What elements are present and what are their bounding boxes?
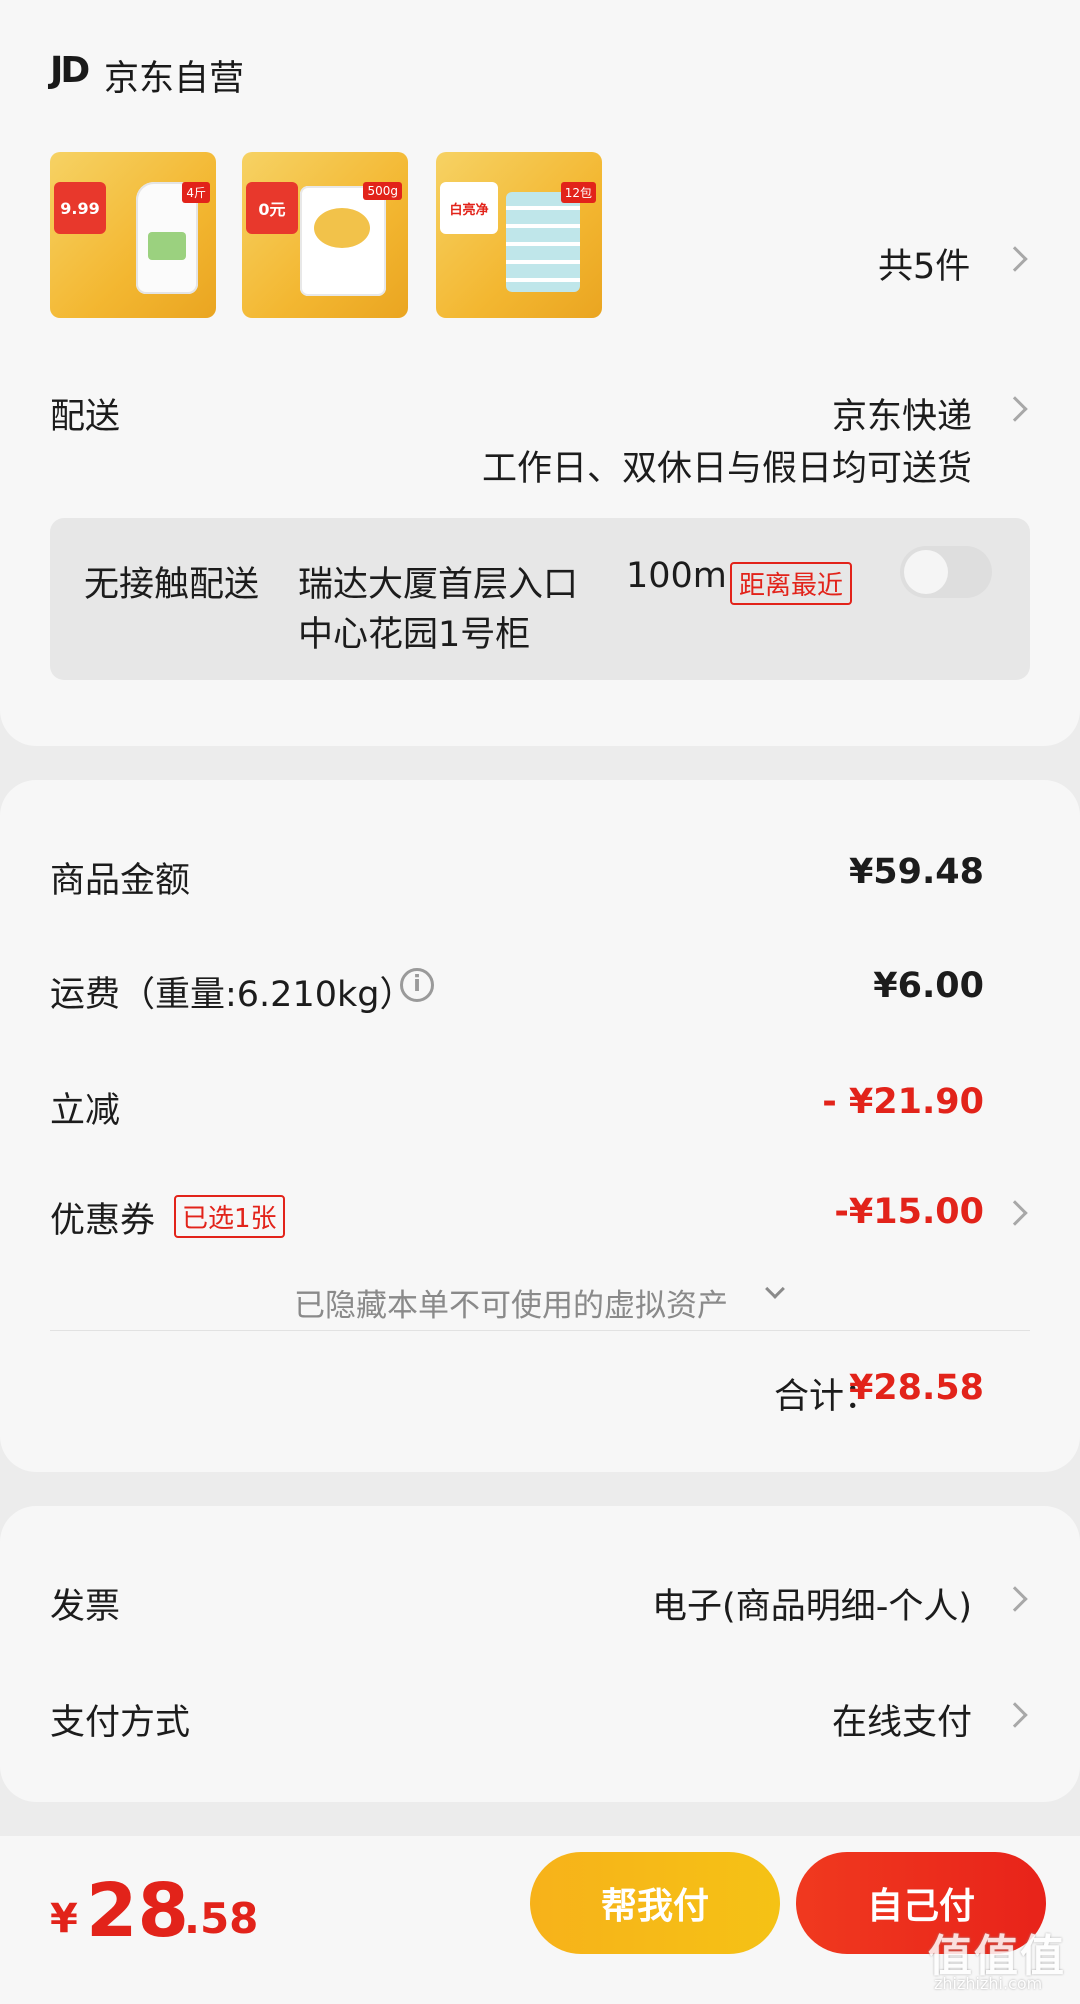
- product-2-price-tag: 0元: [246, 182, 298, 234]
- invoice-label: 发票: [50, 1587, 121, 1627]
- delivery-label: 配送: [50, 397, 121, 437]
- total-value: ¥28.58: [848, 1368, 984, 1408]
- price-decimal: .58: [184, 1894, 259, 1943]
- jd-logo: JD: [50, 50, 90, 91]
- invoice-payment-card: [0, 1506, 1080, 1802]
- pickup-location-line1: 瑞达大厦首层入口: [298, 565, 579, 605]
- product-thumb-1[interactable]: 9.99 4斤: [50, 152, 216, 318]
- coupon-label[interactable]: 优惠券: [50, 1192, 155, 1243]
- info-icon[interactable]: i: [400, 968, 434, 1002]
- coupon-value[interactable]: -¥15.00: [834, 1192, 984, 1232]
- pickup-distance: 100m: [626, 556, 727, 596]
- invoice-value[interactable]: 电子(商品明细-个人): [652, 1578, 972, 1629]
- shop-name: 京东自营: [104, 59, 245, 99]
- goods-amount-value: ¥59.48: [848, 852, 984, 892]
- product-1-price-tag: 9.99: [54, 182, 106, 234]
- pouch-icon: [300, 186, 386, 296]
- coupon-selected-tag[interactable]: 已选1张: [174, 1195, 285, 1238]
- currency-symbol: ¥: [50, 1896, 78, 1942]
- product-1-badge: 4斤: [182, 182, 210, 203]
- wipes-icon: [506, 192, 580, 292]
- payment-method-label: 支付方式: [50, 1703, 191, 1743]
- shipping-label: 运费（重量:6.210kg）: [50, 975, 415, 1015]
- toggle-knob: [904, 550, 948, 594]
- divider: [50, 1330, 1030, 1331]
- watermark-url: zhizhizhi.com: [934, 1974, 1043, 1993]
- shipping-value: ¥6.00: [873, 966, 984, 1006]
- product-count[interactable]: 共5件: [878, 238, 970, 289]
- price-integer: 28: [86, 1868, 189, 1954]
- hidden-assets-hint[interactable]: 已隐藏本单不可使用的虚拟资产: [294, 1280, 728, 1325]
- delivery-schedule: 工作日、双休日与假日均可送货: [481, 449, 972, 489]
- product-3-badge: 12包: [560, 182, 596, 203]
- pickup-location-line2: 中心花园1号柜: [298, 615, 531, 655]
- help-me-pay-button[interactable]: 帮我付: [530, 1852, 780, 1954]
- instant-discount-value: - ¥21.90: [822, 1082, 984, 1122]
- contactless-label: 无接触配送: [84, 565, 260, 605]
- product-thumb-3[interactable]: 白亮净 12包: [436, 152, 602, 318]
- product-3-price-tag: 白亮净: [440, 182, 498, 234]
- instant-discount-label: 立减: [50, 1091, 121, 1131]
- goods-amount-label: 商品金额: [50, 861, 191, 901]
- contactless-toggle[interactable]: [900, 546, 992, 598]
- payment-method-value[interactable]: 在线支付: [832, 1694, 972, 1745]
- product-2-badge: 500g: [363, 182, 402, 200]
- nearest-tag: 距离最近: [730, 562, 853, 605]
- delivery-carrier[interactable]: 京东快递: [832, 388, 972, 439]
- product-thumb-2[interactable]: 0元 500g: [242, 152, 408, 318]
